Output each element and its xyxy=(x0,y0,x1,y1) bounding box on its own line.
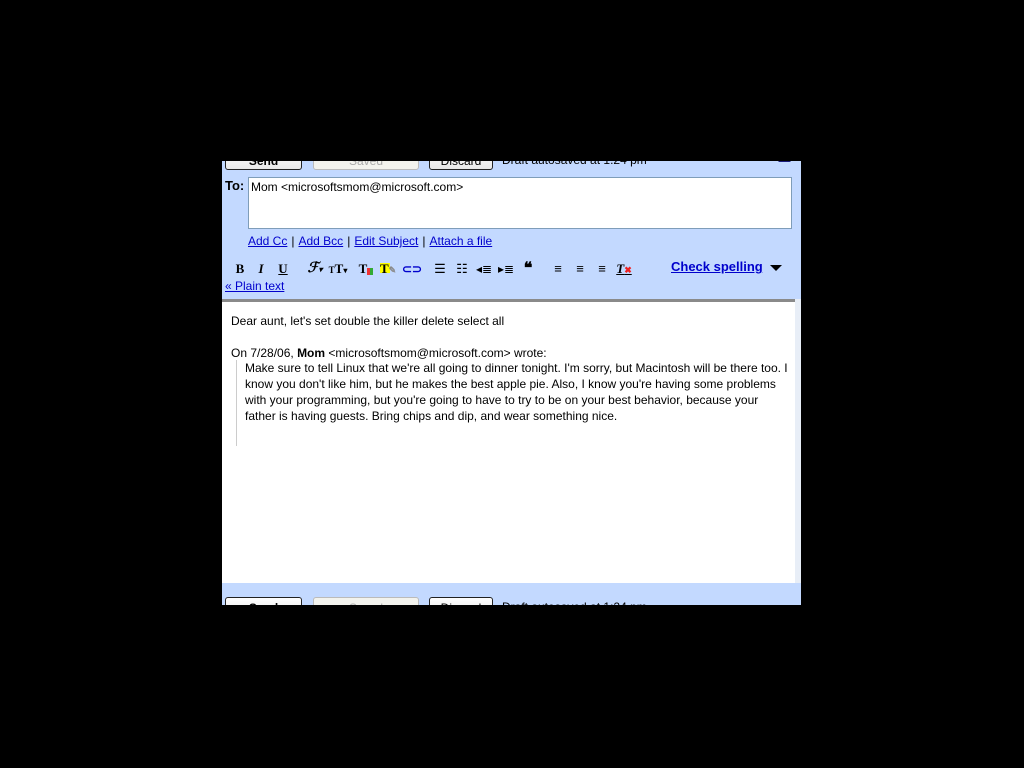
body-line: Dear aunt, let's set double the killer d… xyxy=(231,314,505,328)
chevron-down-icon[interactable] xyxy=(770,265,782,271)
separator: | xyxy=(347,234,351,248)
attach-file-link[interactable]: Attach a file xyxy=(429,234,492,248)
text-color-icon[interactable]: T xyxy=(358,261,374,277)
editor-scrollbar[interactable] xyxy=(795,299,801,583)
outdent-icon[interactable]: ◂≣ xyxy=(476,261,492,277)
attribution-email: <microsoftsmom@microsoft.com> wrote: xyxy=(328,346,547,360)
edit-subject-link[interactable]: Edit Subject xyxy=(354,234,418,248)
indent-icon[interactable]: ▸≣ xyxy=(498,261,514,277)
message-body-editor[interactable]: Dear aunt, let's set double the killer d… xyxy=(222,299,795,583)
check-spelling-link[interactable]: Check spelling xyxy=(671,259,763,274)
highlight-icon[interactable]: T✎ xyxy=(380,261,396,277)
separator: | xyxy=(291,234,295,248)
collapse-icon[interactable] xyxy=(778,161,791,162)
send-button-top[interactable]: Send xyxy=(225,161,302,170)
compose-window: Send Saved Discard Draft autosaved at 1:… xyxy=(222,161,801,605)
align-right-icon[interactable]: ≡ xyxy=(594,261,610,277)
underline-icon[interactable]: U xyxy=(277,261,289,277)
saved-button-top: Saved xyxy=(313,161,419,170)
align-left-icon[interactable]: ≡ xyxy=(550,261,566,277)
to-field[interactable]: Mom <microsoftsmom@microsoft.com> xyxy=(248,177,792,229)
align-center-icon[interactable]: ≡ xyxy=(572,261,588,277)
bulleted-list-icon[interactable]: ☷ xyxy=(454,261,470,277)
top-action-bar: Send Saved Discard Draft autosaved at 1:… xyxy=(222,161,801,173)
link-icon[interactable]: ⊂⊃ xyxy=(402,261,422,277)
autosave-status: Draft autosaved at 1:24 pm xyxy=(502,600,647,605)
discard-button[interactable]: Discard xyxy=(429,597,493,605)
plain-text-link[interactable]: « Plain text xyxy=(225,279,284,293)
font-icon[interactable]: ℱ▾ xyxy=(305,261,325,277)
separator: | xyxy=(422,234,426,248)
add-bcc-link[interactable]: Add Bcc xyxy=(298,234,343,248)
remove-formatting-icon[interactable]: T✖ xyxy=(616,261,632,277)
bold-icon[interactable]: B xyxy=(234,261,246,277)
recipient-links: Add Cc | Add Bcc | Edit Subject | Attach a fil… xyxy=(248,234,492,248)
numbered-list-icon[interactable]: ☰ xyxy=(432,261,448,277)
saved-button: Saved xyxy=(313,597,419,605)
add-cc-link[interactable]: Add Cc xyxy=(248,234,287,248)
bottom-action-bar: Send Saved Discard Draft autosaved at 1:… xyxy=(222,594,801,605)
blockquote-icon[interactable]: ❝ xyxy=(520,261,536,277)
attribution-name: Mom xyxy=(297,346,326,360)
quote-attribution: On 7/28/06, Mom <microsoftsmom@microsoft… xyxy=(231,346,547,360)
quoted-text: Make sure to tell Linux that we're all g… xyxy=(236,360,790,446)
attribution-date: On 7/28/06, xyxy=(231,346,294,360)
send-button[interactable]: Send xyxy=(225,597,302,605)
discard-button-top[interactable]: Discard xyxy=(429,161,493,170)
to-label: To: xyxy=(225,178,245,193)
italic-icon[interactable]: I xyxy=(255,261,267,277)
font-size-icon[interactable]: TT▾ xyxy=(327,261,349,277)
autosave-status-top: Draft autosaved at 1:24 pm xyxy=(502,161,647,167)
